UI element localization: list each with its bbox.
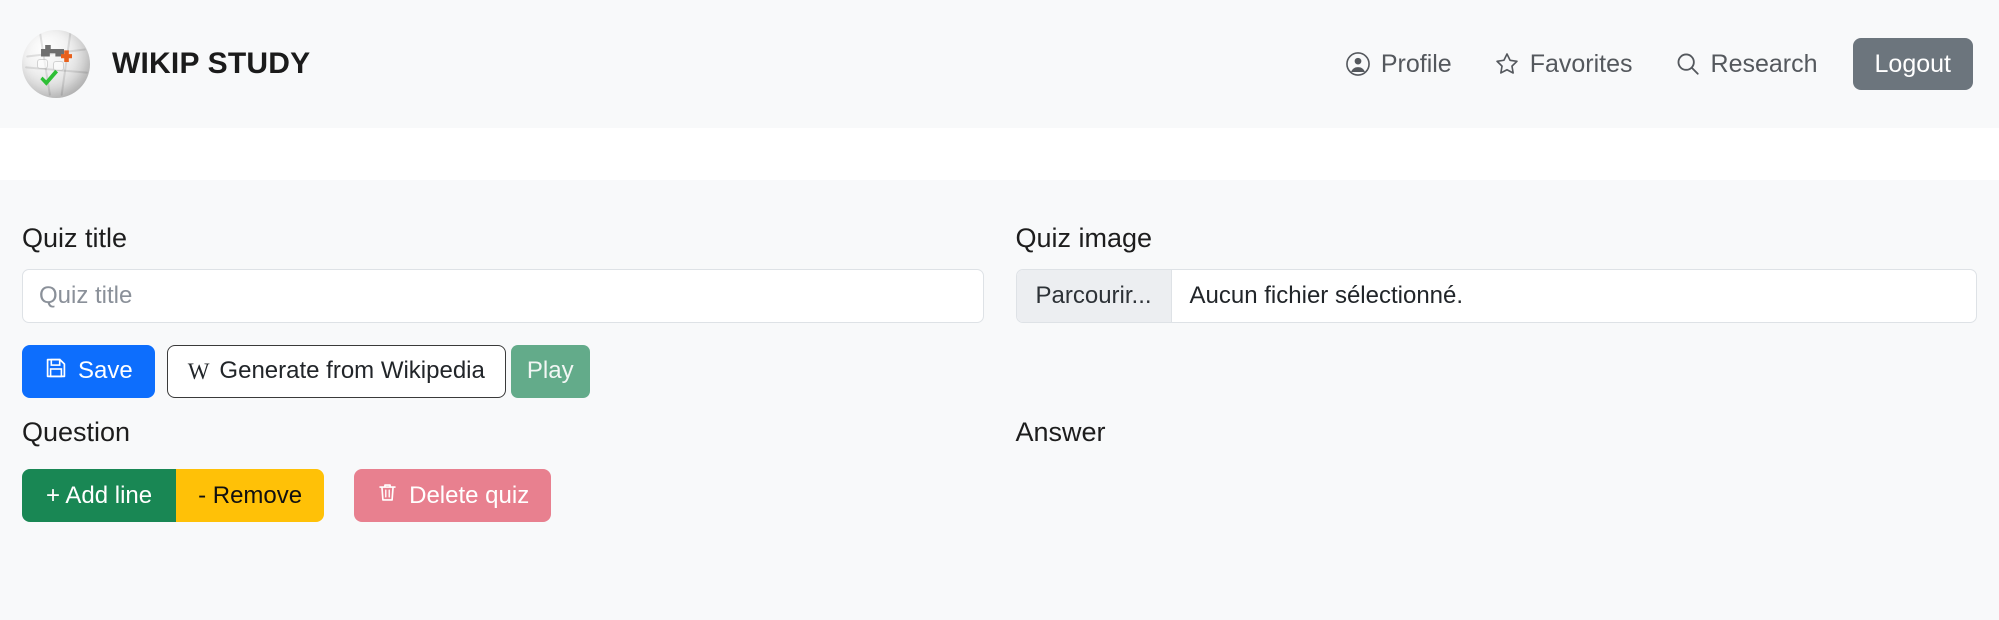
answer-column: Answer [1000, 398, 1978, 448]
add-line-button[interactable]: + Add line [22, 469, 177, 523]
brand-title: WIKIP STUDY [112, 47, 311, 80]
play-button[interactable]: Play [510, 344, 590, 398]
remove-line-button[interactable]: - Remove [176, 469, 325, 523]
quiz-image-column: Quiz image Parcourir... Aucun fichier sé… [1000, 223, 1977, 323]
wikipedia-globe-icon [22, 30, 90, 98]
profile-icon [1345, 51, 1371, 77]
navbar: WIKIP STUDY Profile Favorites Research L… [0, 0, 1999, 128]
nav-link-favorites[interactable]: Favorites [1473, 40, 1654, 89]
quiz-title-label: Quiz title [22, 223, 128, 253]
delete-quiz-button[interactable]: Delete quiz [354, 469, 552, 523]
save-button-label: Save [78, 356, 133, 384]
wikipedia-w-icon: W [187, 358, 210, 384]
answer-label: Answer [1015, 416, 1106, 447]
selected-file-name: Aucun fichier sélectionné. [1189, 281, 1464, 309]
nav-link-research[interactable]: Research [1654, 40, 1839, 89]
browse-button[interactable]: Parcourir... [1016, 269, 1172, 322]
line-actions-column: + Add line - Remove Delete quiz [22, 447, 1000, 523]
question-column: Question [22, 398, 1000, 448]
nav-link-profile-label: Profile [1380, 49, 1452, 78]
save-button[interactable]: Save [22, 344, 155, 398]
generate-from-wikipedia-label: Generate from Wikipedia [219, 356, 485, 384]
primary-actions-column: Save W Generate from Wikipedia Play [22, 323, 1000, 398]
line-actions-row: + Add line - Remove Delete quiz [22, 447, 1978, 523]
question-answer-header-row: Question Answer [22, 398, 1977, 448]
primary-actions-spacer [1000, 323, 1978, 398]
brand-link[interactable]: WIKIP STUDY [22, 30, 310, 98]
quiz-meta-row: Quiz title Quiz image Parcourir... Aucun… [22, 223, 1977, 323]
quiz-title-input[interactable] [22, 268, 984, 323]
star-icon [1494, 51, 1520, 77]
floppy-disk-icon [44, 356, 68, 386]
delete-quiz-label: Delete quiz [409, 481, 530, 509]
navbar-links: Profile Favorites Research Logout [1324, 37, 1973, 91]
search-icon [1675, 51, 1701, 77]
question-label: Question [22, 416, 131, 447]
content-spacer-band [0, 128, 1999, 180]
quiz-image-file-input[interactable]: Parcourir... Aucun fichier sélectionné. [1015, 268, 1977, 323]
logout-button[interactable]: Logout [1852, 37, 1973, 91]
quiz-editor-main: Quiz title Quiz image Parcourir... Aucun… [0, 180, 1999, 523]
quiz-image-label: Quiz image [1015, 223, 1153, 253]
line-actions-spacer [1000, 447, 1978, 522]
nav-link-research-label: Research [1710, 49, 1818, 78]
generate-from-wikipedia-button[interactable]: W Generate from Wikipedia [166, 344, 506, 398]
nav-link-profile[interactable]: Profile [1324, 40, 1473, 89]
primary-actions-row: Save W Generate from Wikipedia Play [22, 323, 1977, 398]
nav-link-favorites-label: Favorites [1529, 49, 1633, 78]
trash-icon [376, 481, 399, 510]
quiz-title-column: Quiz title [22, 223, 1000, 323]
